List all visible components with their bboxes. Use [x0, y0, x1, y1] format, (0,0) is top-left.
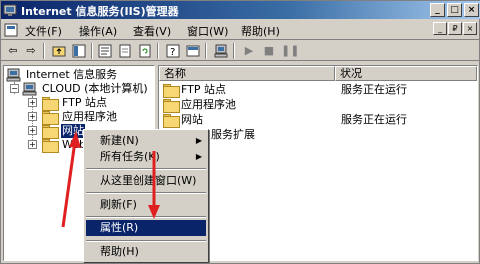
tree-node-apppool[interactable]: + 应用程序池 [6, 110, 154, 125]
list-item-status: 服务正在运行 [341, 113, 407, 126]
tree-node-label-selected: 网站 [61, 124, 85, 138]
up-folder-icon[interactable] [51, 43, 67, 59]
iis-manager-window: Internet 信息服务(IIS)管理器 _ □ × 文件(F) 操作(A) … [0, 0, 480, 264]
svg-text:?: ? [170, 47, 175, 58]
list-item-status: 服务正在运行 [341, 83, 407, 96]
window-title: Internet 信息服务(IIS)管理器 [21, 5, 179, 18]
menu-bar: 文件(F) 操作(A) 查看(V) 窗口(W) 帮助(H) _ ₽ × [1, 20, 480, 40]
toolbar-separator [43, 43, 45, 59]
submenu-arrow-icon: ▶ [195, 152, 202, 161]
help-icon[interactable]: ? [165, 43, 181, 59]
list-header: 名称 状况 [159, 66, 477, 81]
title-bar[interactable]: Internet 信息服务(IIS)管理器 _ □ × [1, 1, 480, 19]
menu-file[interactable]: 文件(F) [25, 23, 62, 39]
pause-icon[interactable]: ❚❚ [281, 43, 299, 59]
iis-app-icon [3, 4, 17, 16]
menu-separator [86, 192, 206, 194]
toolbar-separator [91, 43, 93, 59]
computer-icon [22, 82, 37, 96]
folder-icon [163, 84, 180, 98]
folder-icon [42, 125, 59, 139]
expand-icon[interactable]: + [28, 126, 37, 135]
iis-root-icon [6, 68, 21, 82]
list-item-name: 应用程序池 [181, 98, 236, 111]
ctx-item-label: 属性(R) [100, 221, 139, 234]
folder-icon [163, 99, 180, 113]
menu-separator [86, 216, 206, 218]
menu-window[interactable]: 窗口(W) [187, 23, 228, 39]
menu-separator [86, 240, 206, 242]
menu-separator [86, 168, 206, 170]
computer-icon[interactable] [213, 43, 229, 59]
tree-node-label: FTP 站点 [62, 96, 107, 109]
expand-icon[interactable]: + [28, 140, 37, 149]
toolbar: ⇦ ⇨ ? ▶ ■ ❚❚ [1, 41, 480, 61]
minimize-button[interactable]: _ [430, 3, 445, 17]
menu-help[interactable]: 帮助(H) [241, 23, 280, 39]
ctx-item-refresh[interactable]: 刷新(F) [86, 197, 206, 213]
toolbar-separator [157, 43, 159, 59]
mdi-minimize-button[interactable]: _ [433, 22, 447, 35]
folder-icon [42, 139, 59, 153]
column-header-status[interactable]: 状况 [335, 66, 477, 81]
list-item[interactable]: 网站 服务正在运行 [159, 112, 477, 128]
ctx-item-label: 新建(N) [100, 134, 139, 147]
mdi-close-button[interactable]: × [463, 22, 477, 35]
export-icon[interactable] [117, 43, 133, 59]
mmc-doc-icon[interactable] [4, 23, 18, 37]
close-button[interactable]: × [464, 3, 479, 17]
mdi-restore-button[interactable]: ₽ [448, 22, 462, 35]
ctx-item-properties[interactable]: 属性(R) [86, 220, 206, 236]
menu-view[interactable]: 查看(V) [133, 23, 171, 39]
list-item-name: FTP 站点 [181, 83, 226, 96]
properties-icon[interactable] [97, 43, 113, 59]
ctx-item-new-window[interactable]: 从这里创建窗口(W) [86, 173, 206, 189]
maximize-button[interactable]: □ [447, 3, 462, 17]
folder-icon [42, 111, 59, 125]
tree-node-label: 应用程序池 [62, 110, 117, 123]
tree-computer-label: CLOUD (本地计算机) [42, 82, 148, 95]
stop-icon[interactable]: ■ [261, 43, 277, 59]
show-tree-icon[interactable] [71, 43, 87, 59]
console-icon[interactable] [185, 43, 201, 59]
expand-icon[interactable]: + [28, 98, 37, 107]
ctx-item-new[interactable]: 新建(N) ▶ [86, 133, 206, 149]
list-item-name: 网站 [181, 113, 203, 126]
list-item[interactable]: 应用程序池 [159, 97, 477, 113]
ctx-item-label: 帮助(H) [100, 245, 139, 258]
list-item-name: 服务扩展 [211, 128, 255, 141]
tree-node-ftp[interactable]: + FTP 站点 [6, 96, 154, 111]
ctx-item-label: 从这里创建窗口(W) [100, 174, 197, 187]
ctx-item-label: 所有任务(K) [100, 150, 160, 163]
forward-arrow-icon[interactable]: ⇨ [23, 43, 39, 59]
back-arrow-icon[interactable]: ⇦ [5, 43, 21, 59]
menu-action[interactable]: 操作(A) [79, 23, 117, 39]
folder-icon [163, 114, 180, 128]
collapse-icon[interactable]: − [10, 84, 19, 93]
submenu-arrow-icon: ▶ [195, 136, 202, 145]
list-item[interactable]: FTP 站点 服务正在运行 [159, 82, 477, 98]
refresh-icon[interactable] [137, 43, 153, 59]
expand-icon[interactable]: + [28, 112, 37, 121]
column-header-name[interactable]: 名称 [159, 66, 335, 81]
toolbar-separator [233, 43, 235, 59]
tree-root-label: Internet 信息服务 [26, 68, 118, 81]
ctx-item-label: 刷新(F) [100, 198, 137, 211]
ctx-item-all-tasks[interactable]: 所有任务(K) ▶ [86, 149, 206, 165]
toolbar-separator [205, 43, 207, 59]
context-menu: 新建(N) ▶ 所有任务(K) ▶ 从这里创建窗口(W) 刷新(F) 属性(R)… [83, 129, 209, 263]
folder-icon [42, 97, 59, 111]
play-icon[interactable]: ▶ [241, 43, 257, 59]
ctx-item-help[interactable]: 帮助(H) [86, 244, 206, 260]
